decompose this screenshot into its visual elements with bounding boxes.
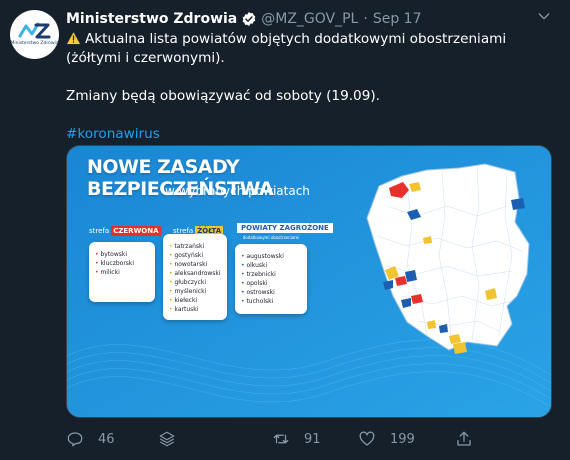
tweet-text-line1: Aktualna lista powiatów objętych dodatko…	[66, 30, 560, 68]
retweet-count: 91	[304, 431, 321, 447]
tweet-text-line2: Zmiany będą obowiązywać od soboty (19.09…	[66, 88, 380, 104]
action-bar: 46 91 199	[66, 430, 552, 454]
threatened-tag: POWIATY ZAGROŻONE	[237, 223, 333, 233]
warning-icon	[66, 31, 81, 45]
separator: ·	[363, 11, 368, 27]
red-zone-label: strefa CZERWONA	[89, 226, 161, 236]
caret-down-icon[interactable]	[536, 8, 552, 24]
tweet-text: Aktualna lista powiatów objętych dodatko…	[66, 30, 560, 144]
list-item: nowotarski	[169, 260, 221, 269]
threatened-label: POWIATY ZAGROŻONE dodatkowymi obostrzeni…	[235, 223, 333, 240]
heart-icon	[359, 431, 375, 446]
infographic-subtitle: w wybranych powiatach	[165, 184, 310, 198]
hashtag-link[interactable]: #koronawirus	[66, 125, 560, 144]
list-item: milicki	[95, 268, 149, 277]
reply-icon	[67, 432, 83, 447]
region-augustowski	[511, 198, 525, 210]
list-item: tucholski	[241, 297, 301, 306]
like-button[interactable]: 199	[358, 430, 415, 448]
red-zone-prefix: strefa	[89, 227, 110, 235]
list-item: myślenicki	[169, 287, 221, 296]
red-zone-card: bytowski kluczborski milicki	[89, 242, 155, 302]
region-ostrowski	[405, 270, 417, 282]
list-item: kartuski	[169, 305, 221, 314]
list-item: bytowski	[95, 250, 149, 259]
tweet-image[interactable]: NOWE ZASADY BEZPIECZEŃSTWA w wybranych p…	[66, 145, 552, 418]
list-item: ostrowski	[241, 288, 301, 297]
yellow-zone-card: tatrzański gostyński nowotarski aleksand…	[163, 234, 227, 320]
list-item: głubczycki	[169, 278, 221, 287]
mz-logo-icon	[18, 22, 51, 39]
list-item: augustowski	[241, 252, 301, 261]
list-item: trzebnicki	[241, 270, 301, 279]
red-zone-tag: CZERWONA	[111, 226, 161, 236]
list-item: gostyński	[169, 251, 221, 260]
list-item: kiełecki	[169, 296, 221, 305]
author-handle[interactable]: @MZ_GOV_PL	[261, 11, 358, 27]
share-icon	[457, 431, 471, 446]
stack-icon	[159, 431, 175, 447]
avatar[interactable]: Ministerstwo Zdrowia	[10, 10, 59, 59]
tweet-header: Ministerstwo Zdrowia @MZ_GOV_PL · Sep 17	[66, 9, 421, 29]
list-item: tatrzański	[169, 242, 221, 251]
threatened-card: augustowski olkuski trzebnicki opolski o…	[235, 244, 307, 314]
reply-button[interactable]: 46	[66, 430, 115, 448]
list-item: olkuski	[241, 261, 301, 270]
list-item: aleksandrowski	[169, 269, 221, 278]
share-button[interactable]	[455, 430, 487, 448]
avatar-logo-text: Ministerstwo Zdrowia	[10, 41, 59, 46]
retweet-icon	[273, 434, 289, 444]
threatened-sublabel: dodatkowymi obostrzeniami	[242, 235, 300, 240]
stack-button[interactable]	[158, 430, 190, 448]
region-nowotarski	[453, 342, 467, 354]
retweet-button[interactable]: 91	[272, 430, 321, 448]
list-item: opolski	[241, 279, 301, 288]
reply-count: 46	[98, 431, 115, 447]
tweet-text-line1-content: Aktualna lista powiatów objętych dodatko…	[66, 31, 507, 66]
list-item: kluczborski	[95, 259, 149, 268]
tweet-date[interactable]: Sep 17	[373, 11, 422, 27]
verified-badge-icon	[242, 12, 256, 26]
like-count: 199	[390, 431, 415, 447]
author-name[interactable]: Ministerstwo Zdrowia	[66, 11, 237, 27]
